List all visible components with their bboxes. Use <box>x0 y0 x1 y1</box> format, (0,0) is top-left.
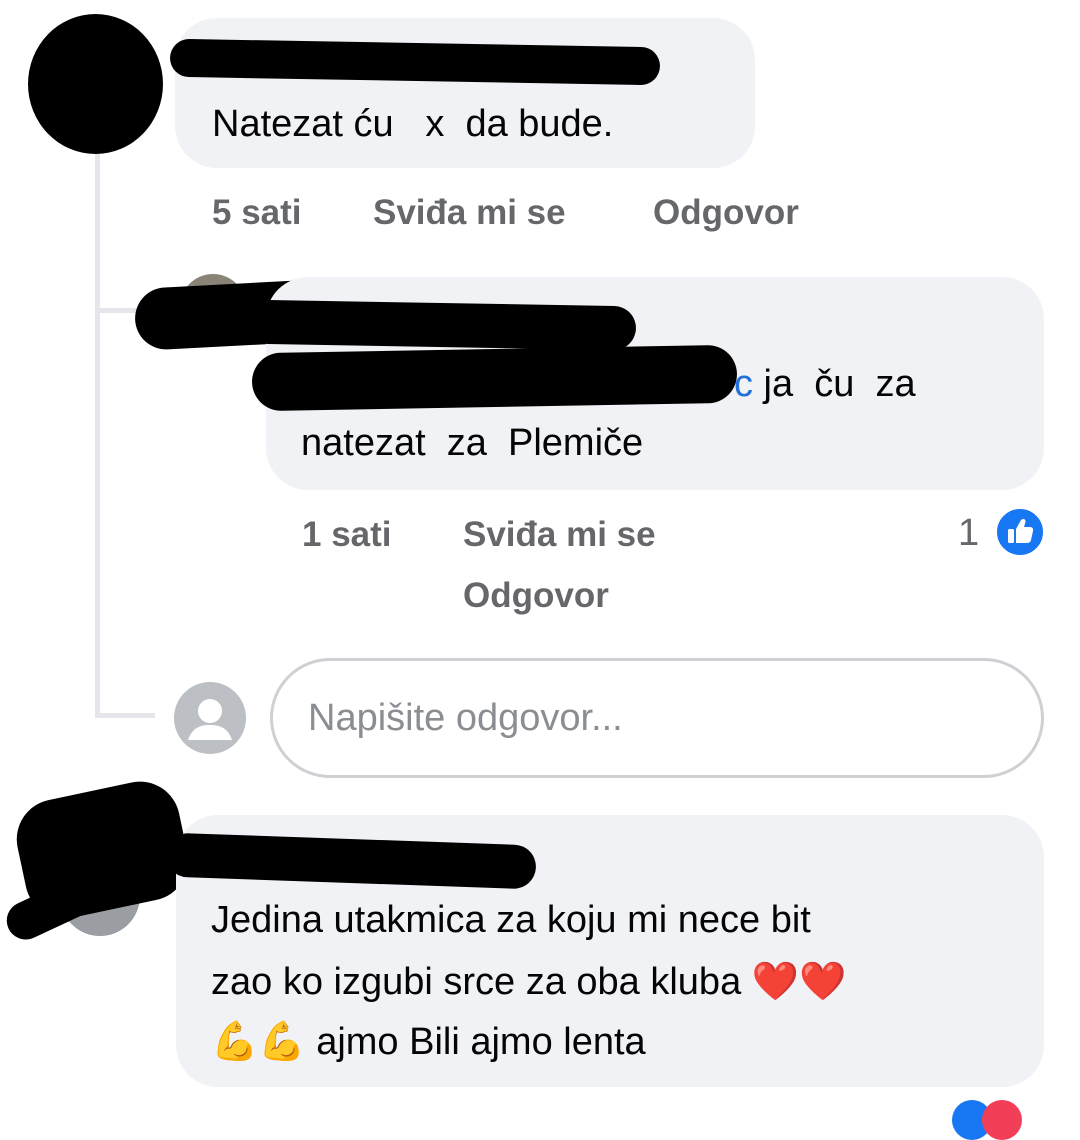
reply-button[interactable]: Odgovor <box>653 193 799 233</box>
love-icon <box>982 1100 1022 1140</box>
comment-time[interactable]: 5 sati <box>212 193 302 233</box>
like-reaction-icon[interactable] <box>994 506 1046 558</box>
thread-branch-input <box>95 713 155 718</box>
reaction-icons-partial <box>952 1100 1032 1140</box>
comment-bubble: Jedina utakmica za koju mi nece bit zao … <box>165 815 1044 1087</box>
comment-text: Natezat ću x da bude. <box>212 103 614 145</box>
comment-time[interactable]: 1 sati <box>302 515 392 555</box>
comment-bubble: c ja ču za natezat za Plemiče <box>245 277 1044 490</box>
comment-bubble: Natezat ću x da bude. <box>169 18 755 168</box>
heart-emoji: ❤️❤️ <box>751 959 847 1003</box>
author-name-redacted <box>245 299 637 351</box>
user-avatar[interactable] <box>174 682 246 754</box>
reply-input-placeholder: Napišite odgovor... <box>308 697 623 739</box>
comment-text-line3: 💪💪 ajmo Bili ajmo lenta <box>211 1019 646 1063</box>
flexed-biceps-emoji: 💪💪 <box>211 1019 306 1063</box>
default-user-icon <box>174 682 246 754</box>
comment-text-line1: Jedina utakmica za koju mi nece bit <box>211 899 811 941</box>
reply-button[interactable]: Odgovor <box>463 576 609 616</box>
author-name-redacted <box>169 38 661 86</box>
thread-line <box>95 150 100 718</box>
reaction-count[interactable]: 1 <box>958 512 979 555</box>
comment-text-line2: natezat za Plemiče <box>301 422 644 464</box>
mention-redacted <box>251 344 738 412</box>
like-button[interactable]: Sviđa mi se <box>373 193 566 233</box>
reply-input[interactable]: Napišite odgovor... <box>270 658 1044 778</box>
comment-text-line1: c ja ču za <box>734 363 916 405</box>
mention-link[interactable]: c <box>734 363 753 405</box>
author-name-redacted <box>165 832 537 890</box>
comment-text-line2: zao ko izgubi srce za oba kluba ❤️❤️ <box>211 959 847 1003</box>
like-button[interactable]: Sviđa mi se <box>463 515 656 555</box>
avatar-redacted[interactable] <box>28 14 163 154</box>
